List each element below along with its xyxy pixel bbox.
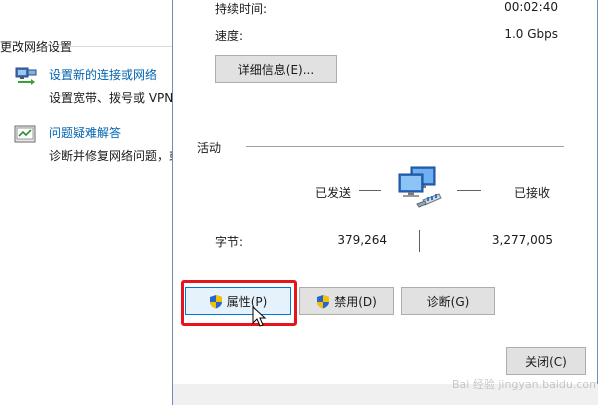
activity-title: 活动 bbox=[197, 141, 222, 155]
ethernet-status-dialog: 持续时间: 00:02:40 速度: 1.0 Gbps 详细信息(E)... 活… bbox=[172, 0, 598, 385]
troubleshoot-link[interactable]: 问题疑难解答 bbox=[49, 124, 121, 141]
sent-dash bbox=[359, 190, 381, 191]
diagnose-button[interactable]: 诊断(G) bbox=[401, 287, 495, 315]
bytes-separator bbox=[419, 230, 420, 252]
disable-button[interactable]: 禁用(D) bbox=[299, 287, 394, 315]
section-title: 更改网络设置 bbox=[0, 40, 73, 54]
setup-connection-description: 设置宽带、拨号或 VPN bbox=[49, 91, 174, 105]
bytes-sent-value: 379,264 bbox=[337, 233, 387, 247]
troubleshoot-description: 诊断并修复网络问题，或 bbox=[49, 149, 175, 163]
network-computers-icon bbox=[398, 166, 442, 208]
details-button[interactable]: 详细信息(E)... bbox=[215, 55, 337, 83]
troubleshoot-icon bbox=[14, 125, 36, 143]
bytes-received-value: 3,277,005 bbox=[491, 233, 553, 247]
network-setup-icon bbox=[15, 67, 37, 85]
speed-label: 速度: bbox=[215, 29, 244, 43]
speed-value: 1.0 Gbps bbox=[504, 27, 558, 41]
duration-value: 00:02:40 bbox=[504, 0, 558, 14]
sent-label: 已发送 bbox=[315, 186, 352, 200]
mouse-cursor-icon bbox=[252, 306, 267, 327]
setup-connection-link[interactable]: 设置新的连接或网络 bbox=[49, 66, 157, 83]
details-button-label: 详细信息(E)... bbox=[237, 62, 315, 77]
diagnose-button-label: 诊断(G) bbox=[426, 294, 470, 309]
dialog-footer-strip bbox=[172, 384, 598, 405]
connection-group: 持续时间: 00:02:40 速度: 1.0 Gbps bbox=[183, 0, 588, 270]
uac-shield-icon bbox=[317, 294, 330, 308]
close-button-label: 关闭(C) bbox=[525, 354, 567, 369]
received-label: 已接收 bbox=[514, 186, 551, 200]
close-button[interactable]: 关闭(C) bbox=[506, 347, 586, 375]
properties-button[interactable]: 属性(P) bbox=[185, 287, 291, 315]
section-divider bbox=[68, 46, 175, 47]
duration-label: 持续时间: bbox=[215, 2, 268, 16]
uac-shield-icon bbox=[209, 294, 222, 308]
control-panel-background: 更改网络设置 设置新的连接或网络 设置宽带、拨号或 VPN 问题疑难解答 诊断并… bbox=[0, 0, 175, 405]
disable-button-label: 禁用(D) bbox=[334, 294, 377, 309]
activity-divider bbox=[246, 146, 564, 147]
received-dash bbox=[457, 190, 481, 191]
bytes-label: 字节: bbox=[215, 235, 244, 249]
